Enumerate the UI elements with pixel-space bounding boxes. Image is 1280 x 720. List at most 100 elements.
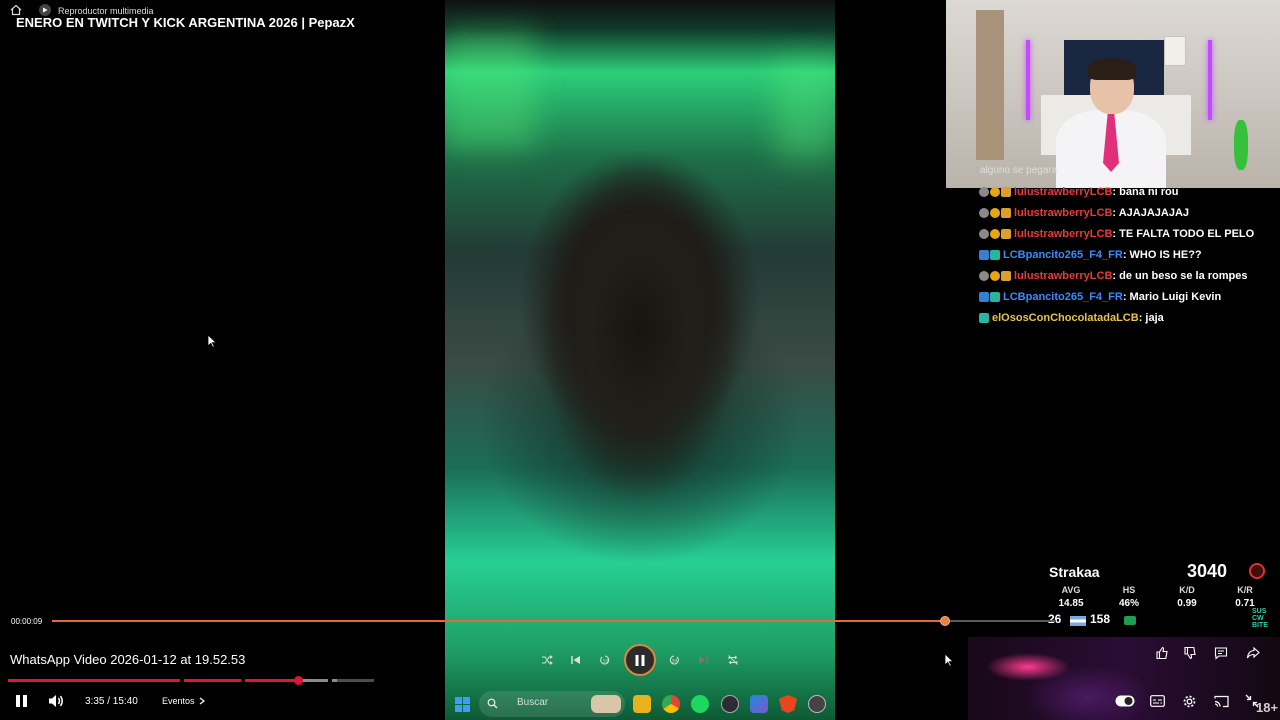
wall-poster — [1164, 36, 1186, 66]
video-frame[interactable] — [445, 0, 835, 720]
chat-username[interactable]: LCBpancito265_F4_FR — [1003, 249, 1123, 261]
media-player-icon[interactable] — [808, 695, 826, 713]
stat-value-avg: 14.85 — [1058, 598, 1084, 609]
visual-studio-code-icon[interactable] — [750, 695, 768, 713]
trend-icon — [1124, 616, 1136, 625]
chrome-icon[interactable] — [662, 695, 680, 713]
chat-username[interactable]: lulustrawberryLCB — [1014, 186, 1112, 198]
argentina-flag-icon — [1070, 616, 1086, 626]
dislike-icon[interactable] — [1182, 645, 1198, 661]
chapter-gap — [241, 679, 245, 682]
pause-bar — [15, 695, 20, 707]
age-rating-badge: 18+ — [1256, 700, 1279, 715]
search-icon — [487, 698, 498, 709]
media-file-name: WhatsApp Video 2026-01-12 at 19.52.53 — [10, 652, 246, 667]
chapter-button[interactable]: Eventos — [162, 696, 205, 706]
share-icon[interactable] — [1245, 645, 1261, 661]
windows-start-icon[interactable] — [455, 697, 470, 712]
chevron-right-icon — [199, 697, 205, 705]
video-title: ENERO EN TWITCH Y KICK ARGENTINA 2026 | … — [16, 15, 355, 30]
chat-username[interactable]: lulustrawberryLCB — [1014, 207, 1112, 219]
file-explorer-icon[interactable] — [633, 695, 651, 713]
chat-text: : TE FALTA TODO EL PELO — [1112, 228, 1255, 240]
badge-icon — [979, 187, 989, 197]
chat-username[interactable]: lulustrawberryLCB — [1014, 228, 1112, 240]
stream-progress-bar[interactable] — [8, 676, 374, 685]
captions-icon[interactable] — [1149, 693, 1165, 709]
taskbar-search[interactable]: Buscar — [479, 691, 625, 717]
badge-icon — [990, 229, 1000, 239]
chat-message: lulustrawberryLCB : bana ni rou — [979, 184, 1178, 200]
badge-icon — [979, 229, 989, 239]
pause-icon — [635, 654, 645, 666]
cast-icon[interactable] — [1213, 693, 1229, 709]
matches-count: 158 — [1090, 612, 1111, 626]
seek-bar-fill — [52, 620, 945, 622]
swimmer-figure — [540, 160, 740, 500]
chat-username[interactable]: elOsosConChocolatadaLCB — [992, 312, 1139, 324]
badge-icon — [979, 250, 989, 260]
badge-icon — [990, 271, 1000, 281]
chapter-gap — [180, 679, 184, 682]
next-icon[interactable] — [695, 652, 711, 668]
volume-icon[interactable] — [47, 693, 65, 709]
top-bar: Reproductor multimedia ENERO EN TWITCH Y… — [0, 0, 445, 32]
stat-header-kr: K/R — [1237, 585, 1253, 595]
faceit-stats-overlay: Strakaa 3040 AVG HS K/D K/R 14.85 46% 0.… — [1042, 556, 1274, 632]
chat-text: : Mario Luigi Kevin — [1122, 291, 1222, 303]
rewind-10-icon[interactable]: 10 — [597, 652, 613, 668]
playback-controls: 10 30 — [537, 644, 747, 676]
badge-icon — [990, 187, 1000, 197]
chat-message: elOsosConChocolatadaLCB : jaja — [979, 310, 1164, 326]
spotify-icon[interactable] — [691, 695, 709, 713]
search-highlight-image — [591, 695, 621, 713]
shuffle-icon[interactable] — [539, 652, 555, 668]
seek-bar[interactable] — [52, 616, 1056, 626]
chapter-gap — [328, 679, 332, 682]
repeat-off-icon[interactable] — [725, 652, 741, 668]
previous-icon[interactable] — [568, 652, 584, 668]
like-icon[interactable] — [1154, 645, 1170, 661]
chat-badges — [979, 250, 1000, 260]
stream-pause-button[interactable] — [14, 694, 28, 708]
forward-30-icon[interactable]: 30 — [666, 652, 682, 668]
badge-icon — [1001, 229, 1011, 239]
kills-count: 26 — [1048, 612, 1062, 626]
chat-text: : WHO IS HE?? — [1122, 249, 1202, 261]
chat-badges — [979, 271, 1011, 281]
chat-badges — [979, 187, 1011, 197]
badge-icon — [990, 250, 1000, 260]
badge-icon — [1001, 187, 1011, 197]
chat-badges — [979, 292, 1000, 302]
comments-icon[interactable] — [1213, 645, 1229, 661]
mouse-cursor-icon — [207, 334, 217, 348]
stream-played-fill — [8, 679, 299, 682]
stream-time: 3:35 / 15:40 — [85, 696, 138, 707]
alien-figure — [1234, 120, 1248, 170]
chat-partial-line: alguno se pegara — [980, 165, 1058, 175]
pause-button[interactable] — [624, 644, 656, 676]
search-placeholder: Buscar — [517, 697, 549, 708]
chat-username[interactable]: LCBpancito265_F4_FR — [1003, 291, 1123, 303]
chat-badges — [979, 208, 1011, 218]
elo-value: 3040 — [1187, 561, 1228, 581]
badge-icon — [1001, 208, 1011, 218]
water-highlight-left — [445, 30, 535, 150]
chat-text: : AJAJAJAJAJ — [1112, 207, 1190, 219]
chat-username[interactable]: lulustrawberryLCB — [1014, 270, 1112, 282]
badge-icon — [990, 292, 1000, 302]
badge-icon — [979, 313, 989, 323]
sponsor-logo: SUS CW BITE — [1252, 608, 1268, 629]
seek-bar-thumb[interactable] — [939, 616, 950, 626]
chat-message: LCBpancito265_F4_FR : WHO IS HE?? — [979, 247, 1202, 263]
badge-icon — [979, 208, 989, 218]
brave-icon[interactable] — [779, 695, 797, 713]
chat-message: lulustrawberryLCB : TE FALTA TODO EL PEL… — [979, 226, 1254, 242]
badge-icon — [979, 292, 989, 302]
badge-icon — [990, 208, 1000, 218]
autoplay-toggle[interactable] — [1115, 693, 1135, 709]
stream-progress-thumb[interactable] — [294, 676, 304, 685]
steam-icon[interactable] — [721, 695, 739, 713]
settings-gear-icon[interactable] — [1181, 693, 1197, 709]
chat-badges — [979, 229, 1011, 239]
